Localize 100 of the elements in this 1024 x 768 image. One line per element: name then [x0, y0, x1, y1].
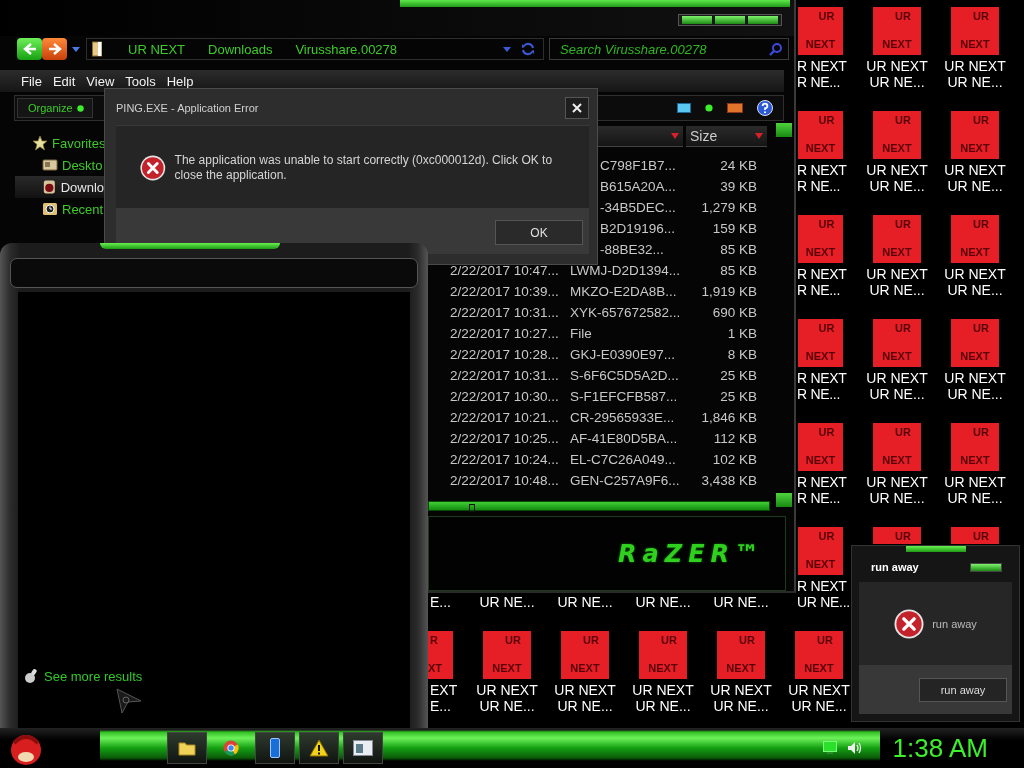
- icon-label[interactable]: UR NEXT UR NE...: [866, 474, 928, 506]
- dot-icon[interactable]: [705, 104, 713, 112]
- ok-button[interactable]: OK: [495, 220, 583, 245]
- back-button[interactable]: [17, 38, 42, 60]
- icon-label[interactable]: R NEXT R NE...: [797, 474, 847, 506]
- breadcrumb[interactable]: UR NEXT: [128, 41, 186, 57]
- cursor-icon: [116, 688, 142, 714]
- minimize-button[interactable]: [970, 562, 1002, 572]
- help-icon[interactable]: [757, 100, 773, 116]
- icon-label[interactable]: UR NEXT UR NE...: [944, 58, 1006, 90]
- name-cell-text: CR-29565933E...: [570, 410, 676, 425]
- dropdown-caret-icon[interactable]: [503, 46, 511, 52]
- folder-icon: [178, 740, 196, 756]
- size-cell-text: 1,846 KB: [700, 410, 757, 425]
- window-control-bar[interactable]: [678, 14, 782, 26]
- date-cell-text: 2/22/2017 10:27...: [450, 326, 560, 341]
- forward-button[interactable]: [42, 38, 67, 60]
- recent-icon: [42, 201, 58, 217]
- icon-label[interactable]: UR NE...: [479, 594, 535, 610]
- size-cell-text: 3,438 KB: [700, 473, 757, 488]
- search-field[interactable]: Search Virusshare.00278: [549, 38, 789, 60]
- speaker-icon[interactable]: [846, 741, 863, 755]
- alert-message: run away: [932, 617, 977, 630]
- icon-label[interactable]: UR NEXT UR NE...: [632, 682, 694, 714]
- menu-item[interactable]: Help: [166, 73, 194, 89]
- icon-label[interactable]: UR NEXT UR NE...: [866, 370, 928, 402]
- icon-label[interactable]: UR NEXT UR NE...: [944, 474, 1006, 506]
- size-cell-text: 690 KB: [711, 305, 757, 320]
- close-button[interactable]: [565, 97, 589, 119]
- name-cell-text: -34B5DEC...: [600, 200, 677, 215]
- size-cell-text: 24 KB: [719, 158, 757, 173]
- icon-label[interactable]: UR NEXT UR NE...: [944, 266, 1006, 298]
- breadcrumb[interactable]: Virusshare.00278: [295, 41, 398, 57]
- star-icon: [32, 135, 48, 151]
- taskbar-button[interactable]: [255, 732, 295, 764]
- clock: 1:38 AM: [892, 732, 988, 764]
- nav-item[interactable]: Downlo: [15, 176, 104, 198]
- search-field[interactable]: [10, 258, 418, 288]
- folder-icon: [92, 41, 102, 57]
- icon-label[interactable]: E...: [430, 594, 451, 610]
- icon-label[interactable]: UR NEXT UR NE...: [788, 682, 850, 714]
- icon-label[interactable]: R NEXT R NE...: [797, 162, 847, 194]
- dialog-title: run away: [871, 561, 919, 573]
- icon-label[interactable]: R NEXT R NE...: [797, 370, 847, 402]
- icon-label[interactable]: UR NEXT UR NE...: [476, 682, 538, 714]
- address-bar[interactable]: UR NEXT Downloads Virusshare.00278: [86, 38, 544, 60]
- date-cell-text: 2/22/2017 10:47...: [450, 263, 560, 278]
- icon-label[interactable]: EXT E...: [430, 682, 458, 714]
- logo: RaZER™: [618, 539, 765, 568]
- arrow-left-icon: [22, 43, 37, 55]
- name-cell-text: File: [570, 326, 593, 341]
- nav-item[interactable]: Deskto: [0, 154, 103, 176]
- icon-label[interactable]: UR NEXT UR NE...: [866, 162, 928, 194]
- menu-item[interactable]: View: [86, 73, 115, 89]
- size-cell-text: 1 KB: [726, 326, 757, 341]
- icon-label[interactable]: UR NE...: [635, 594, 691, 610]
- size-cell-text: 85 KB: [719, 263, 757, 278]
- error-message: The application was unable to start correctly (0xc000012d). Click OK to close the application.: [174, 153, 554, 183]
- icon-label[interactable]: R NEXT UR NE...: [797, 578, 850, 610]
- error-icon: [894, 608, 925, 639]
- taskbar-button[interactable]: [167, 732, 207, 764]
- icon-label[interactable]: UR NEXT UR NE...: [710, 682, 772, 714]
- dialog-button[interactable]: run away: [919, 677, 1007, 702]
- search-icon[interactable]: [769, 43, 782, 56]
- icon-label[interactable]: R NEXT R NE...: [797, 266, 847, 298]
- taskbar-button[interactable]: [299, 732, 339, 764]
- size-cell-text: 102 KB: [711, 452, 757, 467]
- name-cell-text: C798F1B7...: [600, 158, 677, 173]
- sort-arrow-icon: [671, 133, 679, 139]
- icon-label[interactable]: R NEXT R NE...: [797, 58, 847, 90]
- nav-item[interactable]: Favorites: [0, 132, 106, 154]
- icon-label[interactable]: UR NEXT UR NE...: [944, 162, 1006, 194]
- monitor-icon[interactable]: [822, 741, 837, 755]
- see-more-link[interactable]: See more results: [24, 668, 143, 684]
- arrow-right-icon: [47, 43, 62, 55]
- name-cell-text: EL-C7C26A049...: [570, 452, 677, 467]
- organize-button[interactable]: Organize: [17, 98, 93, 118]
- nav-item[interactable]: Recent: [0, 198, 104, 220]
- icon-label[interactable]: UR NE...: [713, 594, 769, 610]
- icon-label[interactable]: UR NEXT UR NE...: [866, 58, 928, 90]
- icon-label[interactable]: UR NE...: [557, 594, 613, 610]
- icon-label[interactable]: UR NEXT UR NE...: [866, 266, 928, 298]
- icon-label[interactable]: UR NEXT UR NE...: [554, 682, 616, 714]
- horizontal-scrollbar[interactable]: [428, 501, 770, 511]
- menu-item[interactable]: Tools: [125, 73, 156, 89]
- date-cell-text: 2/22/2017 10:25...: [450, 431, 560, 446]
- monitor-icon[interactable]: [677, 103, 691, 113]
- icon-label[interactable]: UR NEXT UR NE...: [944, 370, 1006, 402]
- date-cell-text: 2/22/2017 10:48...: [450, 473, 560, 488]
- panel-icon[interactable]: [727, 103, 743, 113]
- desktop-icon: [42, 157, 58, 173]
- taskbar-button[interactable]: [343, 732, 383, 764]
- menu-item[interactable]: File: [21, 73, 42, 89]
- dropdown-caret-icon[interactable]: [72, 46, 80, 52]
- menu-item[interactable]: Edit: [52, 73, 76, 89]
- name-cell-text: XYK-657672582...: [570, 305, 682, 320]
- column-header[interactable]: Size: [686, 126, 767, 147]
- refresh-icon[interactable]: [521, 42, 535, 56]
- size-cell-text: 39 KB: [719, 179, 757, 194]
- breadcrumb[interactable]: Downloads: [208, 41, 273, 57]
